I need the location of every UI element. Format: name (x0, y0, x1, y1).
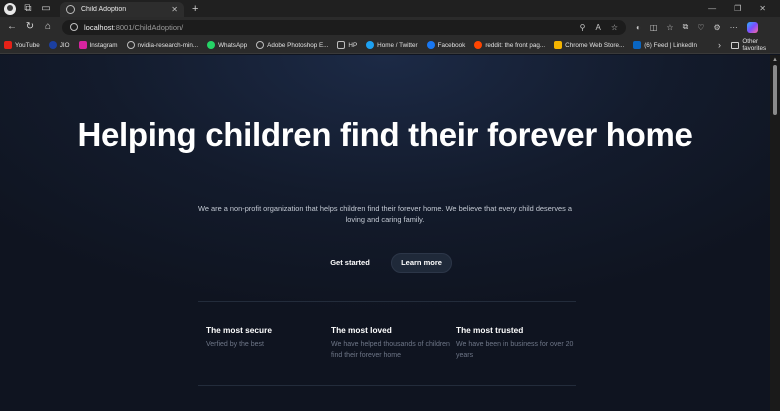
home-icon[interactable]: ⌂ (42, 21, 54, 33)
favorites-icon[interactable]: ☆ (666, 23, 673, 32)
favorite-link[interactable]: Home / Twitter (366, 41, 418, 49)
refresh-icon[interactable]: ↻ (24, 21, 36, 33)
feature-secure: The most secure Verfied by the best (206, 325, 332, 351)
folder-icon (337, 41, 346, 49)
whatsapp-icon (207, 41, 216, 49)
feature-loved: The most loved We have helped thousands … (331, 325, 457, 361)
copilot-tools-icon[interactable]: ⚙ (713, 23, 720, 32)
folder-icon (730, 41, 740, 49)
feature-title: The most loved (331, 325, 392, 335)
feature-description: We have helped thousands of children fin… (331, 341, 450, 359)
browser-essentials-icon[interactable]: ♡ (697, 23, 704, 32)
hero-title: Helping children find their forever home (77, 116, 693, 153)
url-path: :8001/ChildAdoption/ (113, 22, 184, 32)
feature-title: The most trusted (456, 325, 524, 335)
favorite-label: YouTube (15, 41, 40, 49)
favorite-label: Instagram (89, 41, 118, 49)
favorite-link[interactable]: Facebook (426, 41, 466, 49)
scroll-up-icon[interactable]: ▲ (772, 57, 778, 63)
favorite-link[interactable]: WhatsApp (207, 41, 247, 49)
profile-avatar[interactable] (4, 2, 16, 15)
feature-trusted: The most trusted We have been in busines… (456, 325, 582, 361)
favorite-label: HP (348, 41, 358, 49)
youtube-icon (4, 41, 12, 49)
favorite-label: reddit: the front pag... (485, 41, 546, 49)
back-icon[interactable]: ← (6, 21, 18, 33)
tab-strip: ⧉ ▭ Child Adoption ✕ + — ❐ ✕ (0, 0, 780, 17)
scrollbar-thumb[interactable] (773, 65, 777, 115)
jio-icon (48, 41, 57, 49)
toolbar-icons: ◐ ◫ ☆ ⧉ ♡ ⚙ ⋯ (636, 21, 758, 33)
facebook-icon (426, 41, 435, 49)
page-content: Helping children find their forever home… (0, 55, 770, 411)
divider (198, 301, 576, 302)
linkedin-icon (633, 41, 642, 49)
url-tools: ⚲ A ☆ (580, 23, 618, 32)
divider (198, 385, 576, 386)
feature-description: Verfied by the best (206, 341, 264, 348)
new-tab-button[interactable]: + (192, 3, 198, 15)
address-bar[interactable]: localhost:8001/ChildAdoption/ ⚲ A ☆ (62, 19, 626, 35)
favorite-label: Adobe Photoshop E... (267, 41, 329, 49)
chevron-right-icon[interactable]: › (718, 40, 721, 50)
tab-title: Child Adoption (81, 6, 127, 13)
read-aloud-icon[interactable]: A (595, 23, 600, 32)
favorite-label: Home / Twitter (377, 41, 418, 49)
favorite-star-icon[interactable]: ☆ (611, 23, 618, 32)
zoom-icon[interactable]: ⚲ (580, 23, 586, 32)
favorites-bar: YouTube JIO Instagram nvidia-research-mi… (0, 37, 780, 54)
favorite-link[interactable]: reddit: the front pag... (474, 41, 545, 49)
favorite-label: JIO (59, 41, 70, 49)
minimize-button[interactable]: — (708, 4, 716, 13)
favorite-link[interactable]: JIO (48, 41, 70, 49)
extension-icon[interactable]: ◐ (636, 23, 641, 32)
site-info-icon[interactable] (70, 23, 78, 31)
hero-subtitle: We are a non-profit organization that he… (198, 204, 572, 224)
favorite-label: Facebook (437, 41, 466, 49)
other-favorites[interactable]: Other favorites (730, 38, 780, 52)
address-toolbar: ← ↻ ⌂ localhost:8001/ChildAdoption/ ⚲ A … (0, 17, 780, 37)
learn-more-button[interactable]: Learn more (391, 253, 452, 273)
url-host: localhost (84, 22, 114, 32)
other-favorites-label: Other favorites (742, 38, 767, 52)
favorite-link[interactable]: Adobe Photoshop E... (256, 41, 328, 49)
tab-actions-icon[interactable]: ▭ (40, 3, 52, 15)
globe-icon (256, 41, 265, 49)
chrome-web-store-icon (554, 41, 563, 49)
split-screen-icon[interactable]: ◫ (650, 23, 658, 32)
close-tab-icon[interactable]: ✕ (171, 5, 178, 14)
instagram-icon (78, 41, 87, 49)
workspaces-icon[interactable]: ⧉ (22, 3, 34, 15)
page-scrollbar[interactable]: ▲ (770, 55, 780, 411)
maximize-button[interactable]: ❐ (734, 4, 741, 13)
collections-icon[interactable]: ⧉ (683, 22, 689, 32)
favorite-label: WhatsApp (218, 41, 248, 49)
reddit-icon (474, 41, 483, 49)
favorite-link[interactable]: HP (337, 41, 357, 49)
favorite-link[interactable]: Instagram (78, 41, 118, 49)
copilot-icon[interactable] (746, 21, 758, 33)
more-menu-icon[interactable]: ⋯ (730, 23, 738, 32)
close-window-button[interactable]: ✕ (759, 4, 766, 13)
twitter-icon (366, 41, 375, 49)
favorite-label: (6) Feed | LinkedIn (644, 41, 697, 49)
feature-title: The most secure (206, 325, 272, 335)
favorite-link[interactable]: YouTube (4, 41, 40, 49)
get-started-button[interactable]: Get started (320, 253, 380, 273)
favorite-link[interactable]: nvidia-research-min... (126, 41, 199, 49)
feature-description: We have been in business for over 20 yea… (456, 341, 574, 359)
favorite-label: Chrome Web Store... (565, 41, 625, 49)
browser-tab[interactable]: Child Adoption ✕ (60, 2, 184, 17)
favorite-label: nvidia-research-min... (137, 41, 199, 49)
globe-icon (66, 5, 75, 14)
favorite-link[interactable]: (6) Feed | LinkedIn (633, 41, 697, 49)
globe-icon (126, 41, 135, 49)
window-controls: — ❐ ✕ (708, 4, 766, 13)
favorite-link[interactable]: Chrome Web Store... (554, 41, 624, 49)
